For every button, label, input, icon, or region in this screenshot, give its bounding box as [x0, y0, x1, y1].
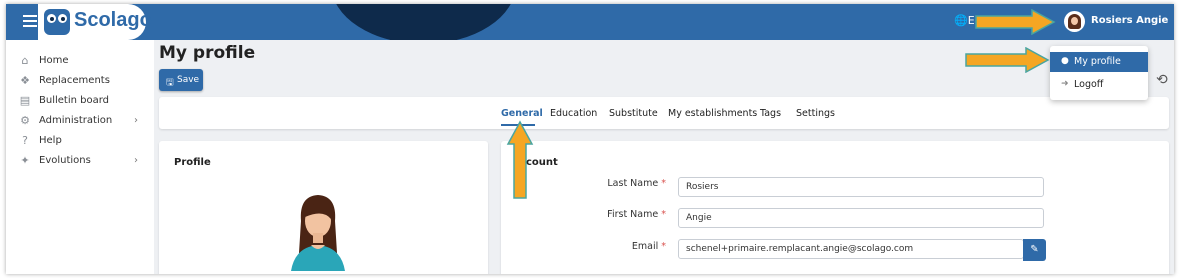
owl-logo-icon: [44, 9, 70, 35]
tab-education[interactable]: Education: [550, 108, 597, 119]
sidebar-item-replacements[interactable]: ❖ Replacements: [16, 73, 146, 89]
gear-icon: ⚙: [20, 114, 30, 127]
email-label: Email *: [631, 241, 666, 252]
menu-item-my-profile[interactable]: ● My profile: [1050, 52, 1148, 72]
profile-portrait: [291, 195, 345, 271]
header-decoration: [331, 4, 516, 40]
menu-item-logoff[interactable]: ➜ Logoff: [1050, 75, 1148, 95]
globe-icon: 🌐: [954, 14, 968, 27]
first-name-field[interactable]: [678, 208, 1044, 228]
chevron-right-icon: ›: [134, 115, 138, 126]
sidebar: ⌂ Home ❖ Replacements ▤ Bulletin board ⚙…: [6, 40, 154, 274]
history-icon[interactable]: ⟲: [1156, 72, 1168, 88]
sidebar-item-label: Help: [39, 135, 62, 146]
bulletin-board-icon: ▤: [19, 94, 31, 107]
sidebar-item-label: Bulletin board: [39, 95, 109, 106]
menu-toggle-icon[interactable]: [23, 15, 37, 27]
logout-icon: ➜: [1061, 79, 1069, 89]
replacements-icon: ❖: [20, 74, 30, 87]
tab-tags[interactable]: Tags: [760, 108, 781, 119]
sidebar-item-home[interactable]: ⌂ Home: [16, 53, 146, 69]
sidebar-item-label: Home: [39, 55, 69, 66]
tab-general[interactable]: General: [501, 108, 543, 119]
sidebar-item-help[interactable]: ? Help: [16, 133, 146, 149]
last-name-label: Last Name *: [607, 178, 666, 189]
annotation-arrow-general-tab: [506, 120, 534, 199]
annotation-arrow-user: [975, 9, 1056, 35]
user-name[interactable]: Rosiers Angie: [1091, 15, 1168, 26]
sidebar-item-label: Administration: [39, 115, 113, 126]
save-button[interactable]: 🖫 Save: [159, 69, 203, 91]
edit-email-button[interactable]: ✎: [1023, 239, 1046, 261]
language-selector[interactable]: 🌐E: [954, 14, 975, 27]
card-title: Profile: [174, 157, 211, 168]
chevron-right-icon: ›: [134, 155, 138, 166]
tab-settings[interactable]: Settings: [796, 108, 835, 119]
sidebar-item-label: Replacements: [39, 75, 110, 86]
tab-substitute[interactable]: Substitute: [609, 108, 658, 119]
profile-card: Profile: [159, 141, 488, 274]
sidebar-item-label: Evolutions: [39, 155, 91, 166]
pencil-icon: ✎: [1030, 244, 1039, 255]
sidebar-item-evolutions[interactable]: ✦ Evolutions ›: [16, 153, 146, 169]
tab-my-establishments[interactable]: My establishments: [668, 108, 757, 119]
first-name-label: First Name *: [607, 209, 666, 220]
help-icon: ?: [22, 134, 28, 147]
sidebar-item-administration[interactable]: ⚙ Administration ›: [16, 113, 146, 129]
floppy-disk-icon: 🖫: [166, 78, 174, 88]
user-icon: ●: [1061, 56, 1069, 66]
page-title: My profile: [159, 43, 256, 63]
sidebar-item-bulletin-board[interactable]: ▤ Bulletin board: [16, 93, 146, 109]
evolutions-icon: ✦: [20, 154, 30, 167]
app-logo[interactable]: Scolago: [38, 4, 152, 40]
user-menu: ● My profile ➜ Logoff: [1050, 46, 1148, 100]
home-icon: ⌂: [21, 54, 29, 67]
email-field[interactable]: [678, 239, 1024, 259]
annotation-arrow-my-profile: [965, 47, 1050, 73]
last-name-field[interactable]: [678, 177, 1044, 197]
app-name: Scolago: [74, 9, 152, 31]
app-window: Scolago 🌐E Rosiers Angie ⌂ Home ❖ Replac…: [6, 4, 1174, 274]
user-avatar[interactable]: [1064, 11, 1085, 32]
profile-tabs: General Education Substitute My establis…: [159, 97, 1169, 129]
